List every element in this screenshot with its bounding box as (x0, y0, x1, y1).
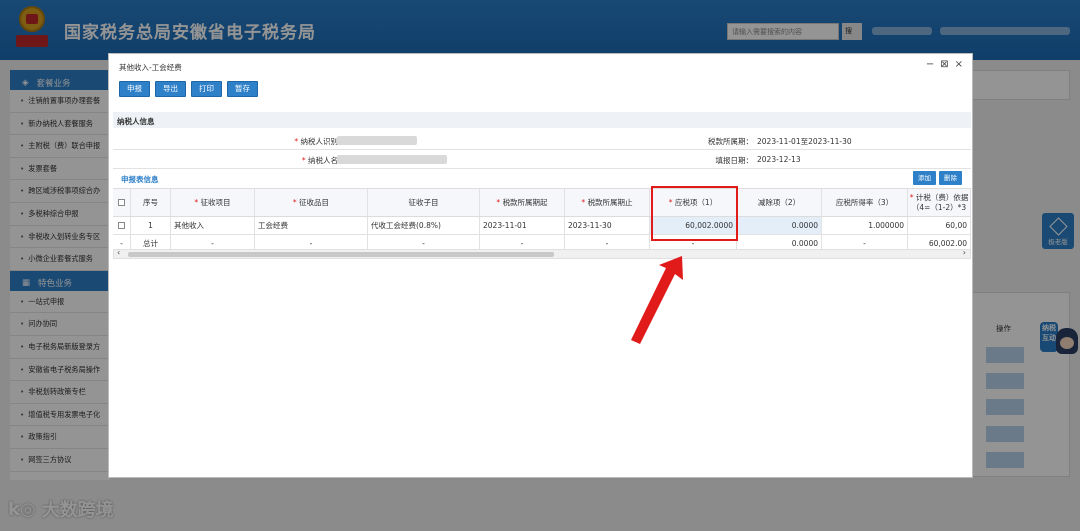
annotation-arrow-icon (631, 256, 683, 344)
